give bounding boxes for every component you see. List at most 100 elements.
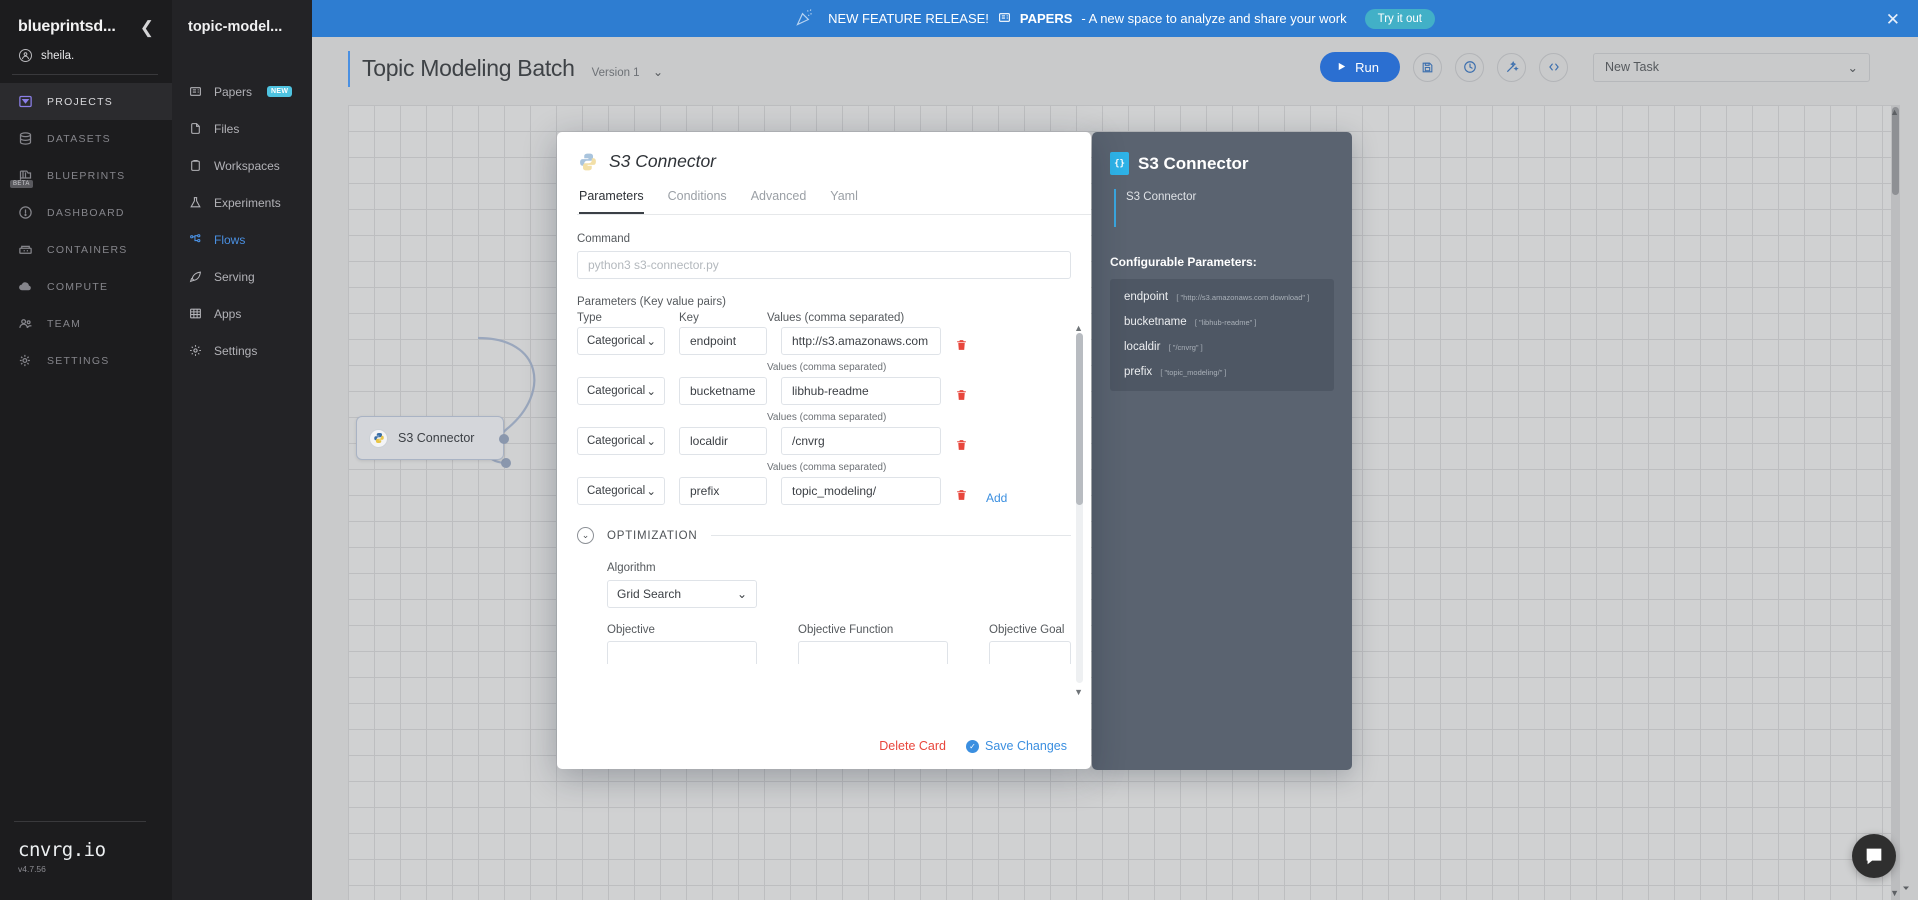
type-select[interactable]: Categorical ⌄ <box>577 377 665 405</box>
sidebar-item-serving[interactable]: Serving <box>172 258 312 295</box>
values-input[interactable] <box>781 327 941 355</box>
key-input[interactable] <box>679 327 767 355</box>
trash-icon[interactable] <box>955 338 969 355</box>
values-cell: Values (comma separated) <box>767 462 941 505</box>
canvas-scrollbar-thumb[interactable] <box>1892 107 1899 195</box>
scroll-down-icon[interactable]: ▼ <box>1074 687 1083 697</box>
close-icon[interactable]: ✕ <box>1886 11 1900 28</box>
column-header-key: Key <box>679 312 699 324</box>
chat-bubble-icon[interactable] <box>1852 834 1896 878</box>
sidebar-divider <box>12 74 158 75</box>
sidebar-item-settings[interactable]: SETTINGS <box>0 342 172 379</box>
sidebar-item-label: DATASETS <box>47 132 111 145</box>
current-user[interactable]: sheila. <box>0 36 172 62</box>
sidebar-item-workspaces[interactable]: Workspaces <box>172 147 312 184</box>
project-name: topic-model... <box>188 19 283 35</box>
key-input[interactable] <box>679 377 767 405</box>
objective-function-input[interactable] <box>798 641 948 664</box>
magic-wand-icon[interactable] <box>1497 52 1526 82</box>
version-label: v4.7.56 <box>18 864 46 874</box>
save-changes-button[interactable]: ✓ Save Changes <box>965 739 1067 753</box>
scroll-up-icon[interactable]: ▲ <box>1074 323 1083 333</box>
sidebar-item-label: Papers <box>214 84 253 99</box>
command-input[interactable] <box>577 251 1071 279</box>
tab-advanced[interactable]: Advanced <box>751 189 807 214</box>
toolbar-actions: Run New Task ⌄ <box>1320 52 1870 82</box>
sidebar-item-containers[interactable]: CONTAINERS <box>0 231 172 268</box>
run-button[interactable]: Run <box>1320 52 1400 82</box>
sidebar-item-label: Serving <box>214 269 255 284</box>
trash-icon[interactable] <box>955 438 969 455</box>
sidebar-item-label: PROJECTS <box>47 95 114 108</box>
type-select[interactable]: Categorical ⌄ <box>577 427 665 455</box>
objective-goal-cell: Objective Goal <box>989 624 1071 664</box>
tab-parameters[interactable]: Parameters <box>579 189 644 214</box>
command-label: Command <box>577 233 631 245</box>
modal-scrollbar[interactable] <box>1076 333 1083 683</box>
type-select[interactable]: Categorical ⌄ <box>577 477 665 505</box>
sidebar-collapse-icon[interactable]: ❮ <box>136 19 158 36</box>
delete-card-button[interactable]: Delete Card <box>879 739 946 753</box>
values-input[interactable] <box>781 427 941 455</box>
sidebar-item-projects[interactable]: PROJECTS <box>0 83 172 120</box>
objective-input[interactable] <box>607 641 757 664</box>
chevron-down-circle-icon[interactable]: ⌄ <box>577 527 594 544</box>
type-select[interactable]: Categorical ⌄ <box>577 327 665 355</box>
modal-tabs: Parameters Conditions Advanced Yaml <box>577 189 1091 215</box>
sidebar-item-papers[interactable]: Papers NEW <box>172 73 312 110</box>
trash-icon[interactable] <box>955 488 969 505</box>
values-input[interactable] <box>781 377 941 405</box>
key-input[interactable] <box>679 427 767 455</box>
objective-cell: Objective <box>607 624 757 664</box>
tab-conditions[interactable]: Conditions <box>668 189 727 214</box>
tab-yaml[interactable]: Yaml <box>830 189 858 214</box>
values-label: Values (comma separated) <box>767 362 887 373</box>
task-select[interactable]: New Task ⌄ <box>1593 52 1870 82</box>
run-label: Run <box>1355 59 1379 75</box>
algorithm-select[interactable]: Grid Search ⌄ <box>607 580 757 608</box>
canvas-scrollbar[interactable] <box>1891 105 1900 900</box>
save-icon[interactable] <box>1413 52 1442 82</box>
objective-goal-input[interactable] <box>989 641 1071 664</box>
code-icon[interactable] <box>1539 52 1568 82</box>
version-selector[interactable]: Version 1 ⌄ <box>592 63 663 81</box>
sidebar-item-team[interactable]: TEAM <box>0 305 172 342</box>
sidebar-item-blueprints[interactable]: BETA BLUEPRINTS <box>0 157 172 194</box>
sidebar-item-label: Workspaces <box>214 158 280 173</box>
list-item: localdir [ "/cnvrg" ] <box>1124 341 1322 353</box>
sidebar-item-compute[interactable]: COMPUTE <box>0 268 172 305</box>
modal-header: S3 Connector Parameters Conditions Advan… <box>557 132 1091 215</box>
sidebar-item-flows[interactable]: Flows <box>172 221 312 258</box>
param-name: bucketname <box>1124 316 1187 328</box>
chevron-down-icon: ⌄ <box>653 65 664 79</box>
sidebar-item-dashboard[interactable]: DASHBOARD <box>0 194 172 231</box>
flow-node-s3-connector[interactable]: S3 Connector <box>356 416 509 460</box>
parameter-row: Categorical ⌄ Values (comma separated) <box>577 362 1071 405</box>
type-value: Categorical <box>587 435 646 447</box>
file-icon <box>188 122 203 135</box>
flask-icon <box>188 196 203 209</box>
scroll-down-icon[interactable]: ▼ <box>1890 888 1899 898</box>
values-input[interactable] <box>781 477 941 505</box>
sidebar-item-label: CONTAINERS <box>47 243 128 256</box>
sidebar-item-experiments[interactable]: Experiments <box>172 184 312 221</box>
sidebar-item-apps[interactable]: Apps <box>172 295 312 332</box>
projects-icon <box>17 94 34 109</box>
scroll-down-icon[interactable] <box>1900 882 1912 894</box>
sidebar-item-datasets[interactable]: DATASETS <box>0 120 172 157</box>
try-it-out-button[interactable]: Try it out <box>1364 8 1435 29</box>
add-parameter-button[interactable]: Add <box>986 491 1007 505</box>
history-clock-icon[interactable] <box>1455 52 1484 82</box>
sidebar-nav: PROJECTS DATASETS BETA BLUEPRINTS DASHBO… <box>0 83 172 379</box>
banner-strong-text: PAPERS <box>1019 11 1073 26</box>
chevron-down-icon: ⌄ <box>646 336 656 348</box>
trash-icon[interactable] <box>955 388 969 405</box>
node-output-port[interactable] <box>499 434 509 444</box>
containers-icon <box>17 242 34 257</box>
optimization-title: OPTIMIZATION <box>607 529 698 542</box>
sidebar-item-project-settings[interactable]: Settings <box>172 332 312 369</box>
key-input[interactable] <box>679 477 767 505</box>
modal-scrollbar-thumb[interactable] <box>1076 333 1083 505</box>
scroll-up-icon[interactable]: ▲ <box>1890 107 1899 117</box>
sidebar-item-files[interactable]: Files <box>172 110 312 147</box>
